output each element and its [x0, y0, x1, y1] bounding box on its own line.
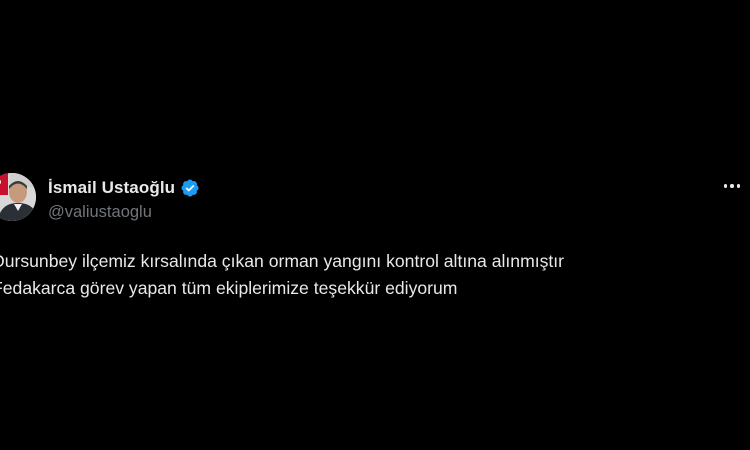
author-name-row: İsmail Ustaoğlu	[48, 176, 200, 200]
tweet-text-line: Dursunbey ilçemiz kırsalında çıkan orman…	[0, 251, 565, 271]
tweet-text-line: Fedakarca görev yapan tüm ekiplerimize t…	[0, 278, 458, 298]
verified-badge-icon	[180, 178, 200, 198]
tweet-card: İsmail Ustaoğlu @valiustaoglu Dursunbey …	[0, 0, 750, 450]
author-display-name[interactable]: İsmail Ustaoğlu	[48, 178, 175, 198]
author-handle[interactable]: @valiustaoglu	[48, 203, 152, 222]
more-options-icon[interactable]	[718, 176, 746, 196]
avatar-image	[0, 173, 36, 221]
tweet-text: Dursunbey ilçemiz kırsalında çıkan orman…	[0, 248, 564, 302]
avatar[interactable]	[0, 173, 36, 221]
